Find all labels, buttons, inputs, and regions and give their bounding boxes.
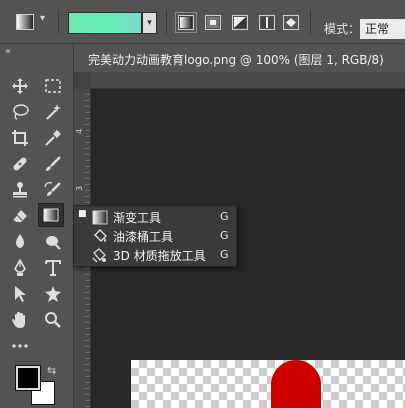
radial-gradient-icon (207, 17, 219, 28)
crop-icon (12, 130, 28, 146)
linear-gradient-icon (180, 17, 192, 28)
divider (310, 10, 311, 34)
mode-label: 模式： (324, 22, 361, 36)
lasso-tool[interactable] (7, 100, 33, 124)
healing-brush-tool[interactable] (7, 152, 33, 176)
document-transparent-layer[interactable] (131, 360, 405, 408)
gradient-swatch[interactable] (68, 12, 142, 34)
magic-wand-tool[interactable] (40, 100, 66, 124)
paint-bucket-icon (94, 229, 107, 242)
foreground-color-swatch[interactable] (15, 365, 41, 391)
brush-tool[interactable] (40, 152, 66, 176)
blur-icon (16, 234, 24, 248)
eyedropper-icon (45, 130, 61, 146)
crop-tool[interactable] (7, 126, 33, 150)
marquee-tool[interactable] (40, 74, 66, 98)
flyout-item-label: 3D 材质拖放工具 (113, 249, 206, 263)
flyout-item-shortcut: G (220, 210, 229, 223)
hand-icon (12, 312, 25, 328)
more-tools-icon (12, 344, 28, 348)
flyout-item-shortcut: G (220, 248, 229, 261)
divider (58, 10, 59, 34)
flyout-item-3d-material-drop[interactable]: 3D 材质拖放工具 G (74, 246, 236, 265)
ruler-number: 3 (75, 185, 85, 192)
brush-icon (46, 156, 61, 171)
linear-gradient-button[interactable] (175, 12, 197, 33)
history-brush-icon (44, 181, 61, 196)
pen-tool[interactable] (7, 256, 33, 280)
horizontal-ruler[interactable] (74, 72, 405, 89)
selected-bullet-icon: ■ (78, 209, 87, 219)
zoom-icon (45, 312, 61, 328)
type-icon (45, 260, 61, 276)
gradient-icon (92, 210, 108, 225)
gradient-tool[interactable] (38, 203, 64, 227)
clone-stamp-tool[interactable] (7, 178, 33, 202)
move-icon (12, 78, 28, 94)
marquee-icon (45, 79, 61, 93)
eraser-tool[interactable] (7, 204, 33, 228)
pen-icon (14, 259, 26, 276)
document-tab-bar: 完美动力动画教育logo.png @ 100% (图层 1, RGB/8) (74, 44, 405, 72)
gradient-tool-flyout: ■ 渐变工具 G 油漆桶工具 G 3D 材质拖放工具 G (73, 205, 237, 267)
more-tools-button[interactable] (7, 334, 33, 358)
flyout-item-shortcut: G (220, 229, 229, 242)
collapse-panel-icon[interactable]: « (5, 46, 11, 57)
flyout-item-gradient[interactable]: ■ 渐变工具 G (74, 208, 236, 227)
move-tool[interactable] (7, 74, 33, 98)
dodge-tool[interactable] (40, 230, 66, 254)
eyedropper-tool[interactable] (40, 126, 66, 150)
document-tab[interactable]: 完美动力动画教育logo.png @ 100% (图层 1, RGB/8) (80, 48, 405, 72)
flyout-item-label: 渐变工具 (113, 211, 162, 225)
lasso-icon (13, 104, 29, 120)
eraser-icon (12, 210, 27, 222)
type-tool[interactable] (40, 256, 66, 280)
ruler-number: 4 (75, 128, 85, 135)
blur-tool[interactable] (7, 230, 33, 254)
healing-brush-icon (13, 157, 27, 171)
path-selection-icon (15, 286, 26, 302)
gradient-icon (43, 208, 59, 222)
blend-mode-select[interactable]: 正常 (360, 19, 405, 39)
diamond-gradient-icon (285, 17, 297, 28)
reflected-gradient-button[interactable] (259, 15, 275, 30)
swap-colors-icon[interactable]: ⇆ (47, 364, 56, 377)
tool-preset-picker[interactable] (16, 14, 34, 30)
radial-gradient-button[interactable] (205, 15, 221, 30)
ruler-origin[interactable] (74, 72, 91, 89)
gradient-picker-dropdown[interactable]: ▾ (142, 12, 157, 34)
3d-material-drop-icon (92, 248, 106, 263)
reflected-gradient-icon (261, 17, 273, 28)
angle-gradient-icon (234, 17, 246, 28)
custom-shape-icon (45, 286, 61, 302)
chevron-down-icon[interactable]: ▾ (40, 13, 45, 24)
magic-wand-icon (46, 104, 61, 120)
zoom-tool[interactable] (40, 308, 66, 332)
red-logo-shape (271, 360, 321, 408)
custom-shape-tool[interactable] (40, 282, 66, 306)
tools-panel: « ⇆ (0, 44, 74, 408)
angle-gradient-button[interactable] (232, 15, 248, 30)
clone-stamp-icon (13, 182, 27, 198)
diamond-gradient-button[interactable] (283, 15, 299, 30)
options-bar: ▾ ▾ 模式： 正常 (0, 0, 405, 44)
flyout-item-label: 油漆桶工具 (113, 230, 174, 244)
history-brush-tool[interactable] (40, 178, 66, 202)
dodge-icon (46, 236, 61, 250)
divider (166, 10, 167, 34)
path-selection-tool[interactable] (7, 282, 33, 306)
hand-tool[interactable] (7, 308, 33, 332)
flyout-item-paint-bucket[interactable]: 油漆桶工具 G (74, 227, 236, 246)
